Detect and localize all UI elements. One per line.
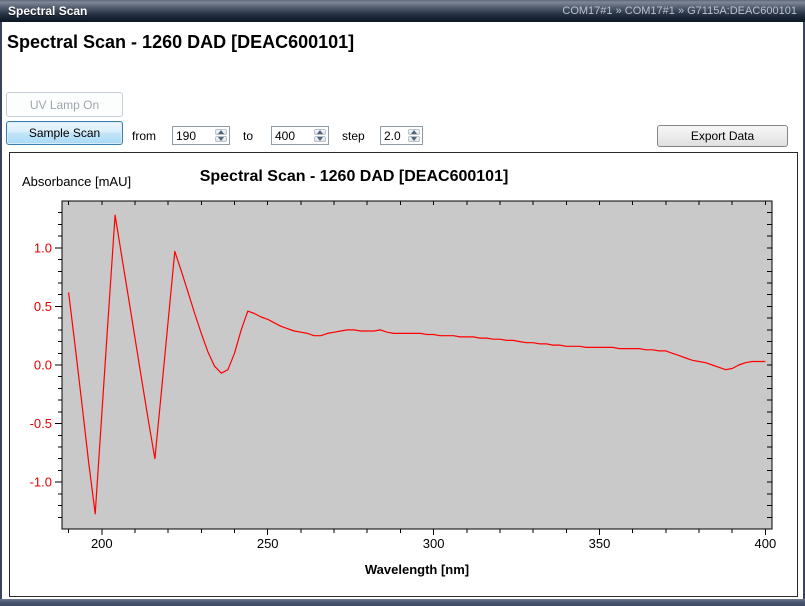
plot-area bbox=[62, 201, 772, 529]
y-tick-label: 0.5 bbox=[34, 299, 52, 314]
y-tick-label: -1.0 bbox=[30, 475, 52, 490]
from-spinner bbox=[214, 128, 228, 143]
from-spinner-up-button[interactable] bbox=[215, 129, 227, 135]
x-tick-label: 250 bbox=[257, 536, 279, 551]
to-label: to bbox=[243, 129, 253, 143]
window-bottom-bar bbox=[0, 599, 805, 606]
window-title: Spectral Scan bbox=[8, 4, 87, 18]
step-spinner-up-button[interactable] bbox=[408, 129, 420, 135]
arrow-up-icon bbox=[218, 130, 224, 134]
from-input[interactable] bbox=[173, 127, 215, 144]
step-field-group bbox=[380, 126, 423, 145]
to-spinner bbox=[313, 128, 327, 143]
y-tick-label: 1.0 bbox=[34, 240, 52, 255]
to-field-group bbox=[271, 126, 329, 145]
y-tick-label: -0.5 bbox=[30, 416, 52, 431]
chart-x-axis-label: Wavelength [nm] bbox=[365, 562, 469, 577]
from-label: from bbox=[132, 129, 156, 143]
step-label: step bbox=[342, 129, 365, 143]
page-title: Spectral Scan - 1260 DAD [DEAC600101] bbox=[7, 32, 354, 53]
to-spinner-down-button[interactable] bbox=[314, 136, 326, 142]
x-tick-label: 300 bbox=[423, 536, 445, 551]
from-field-group bbox=[172, 126, 230, 145]
arrow-down-icon bbox=[411, 137, 417, 141]
arrow-up-icon bbox=[411, 130, 417, 134]
to-spinner-up-button[interactable] bbox=[314, 129, 326, 135]
uv-lamp-on-button[interactable]: UV Lamp On bbox=[6, 92, 123, 117]
arrow-down-icon bbox=[317, 137, 323, 141]
device-breadcrumb: COM17#1 » COM17#1 » G7115A:DEAC600101 bbox=[562, 5, 797, 17]
sample-scan-button[interactable]: Sample Scan bbox=[6, 121, 123, 145]
spectral-chart: 200 250 300 350 400 -1.0 -0.5 0.0 0.5 1.0 bbox=[10, 153, 797, 596]
step-input[interactable] bbox=[381, 127, 408, 144]
from-spinner-down-button[interactable] bbox=[215, 136, 227, 142]
spectral-chart-panel: Absorbance [mAU] Spectral Scan - 1260 DA… bbox=[9, 152, 798, 597]
to-input[interactable] bbox=[272, 127, 314, 144]
x-tick-label: 350 bbox=[589, 536, 611, 551]
window-left-border bbox=[0, 22, 2, 606]
x-tick-label: 400 bbox=[755, 536, 777, 551]
y-tick-label: 0.0 bbox=[34, 358, 52, 373]
arrow-down-icon bbox=[218, 137, 224, 141]
export-data-button[interactable]: Export Data bbox=[657, 125, 788, 147]
step-spinner bbox=[407, 128, 421, 143]
title-bar: Spectral Scan COM17#1 » COM17#1 » G7115A… bbox=[0, 0, 805, 22]
x-tick-label: 200 bbox=[91, 536, 113, 551]
step-spinner-down-button[interactable] bbox=[408, 136, 420, 142]
arrow-up-icon bbox=[317, 130, 323, 134]
app-window: Spectral Scan COM17#1 » COM17#1 » G7115A… bbox=[0, 0, 805, 606]
